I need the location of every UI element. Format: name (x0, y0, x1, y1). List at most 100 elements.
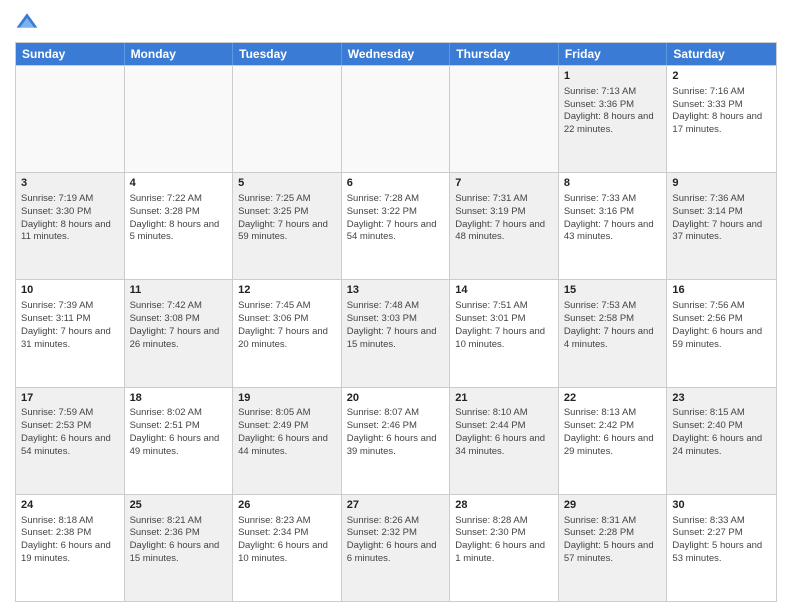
calendar-cell: 4Sunrise: 7:22 AM Sunset: 3:28 PM Daylig… (125, 173, 234, 279)
calendar-cell: 12 Sunrise: 7:45 AM Sunset: 3:06 PM Dayli… (233, 280, 342, 386)
day-number: 24 (21, 498, 119, 513)
day-number: 23 (672, 391, 771, 406)
day-info: Sunrise: 8:05 AM Sunset: 2:49 PM Dayligh… (238, 407, 328, 456)
calendar-cell: 24 Sunrise: 8:18 AM Sunset: 2:38 PM Dayli… (16, 495, 125, 601)
weekday-friday: Friday (559, 43, 668, 65)
calendar-cell: 17Sunrise: 7:59 AM Sunset: 2:53 PM Dayli… (16, 388, 125, 494)
day-number: 12 (238, 283, 336, 298)
weekday-wednesday: Wednesday (342, 43, 451, 65)
day-info: Sunrise: 7:28 AM Sunset: 3:22 PM Dayligh… (347, 193, 437, 242)
day-number: 21 (455, 391, 553, 406)
day-info: Sunrise: 8:15 AM Sunset: 2:40 PM Dayligh… (672, 407, 762, 456)
day-number: 19 (238, 391, 336, 406)
day-number: 8 (564, 176, 662, 191)
calendar-cell: 5 Sunrise: 7:25 AM Sunset: 3:25 PM Daylig… (233, 173, 342, 279)
calendar-row: 1 Sunrise: 7:13 AM Sunset: 3:36 PM Daylig… (16, 65, 776, 172)
day-info: Sunrise: 7:59 AM Sunset: 2:53 PM Dayligh… (21, 407, 111, 456)
day-number: 13 (347, 283, 445, 298)
day-number: 11 (130, 283, 228, 298)
calendar-row: 17Sunrise: 7:59 AM Sunset: 2:53 PM Dayli… (16, 387, 776, 494)
calendar-cell (16, 66, 125, 172)
calendar-cell: 9 Sunrise: 7:36 AM Sunset: 3:14 PM Daylig… (667, 173, 776, 279)
calendar-cell: 18Sunrise: 8:02 AM Sunset: 2:51 PM Dayli… (125, 388, 234, 494)
calendar-cell (125, 66, 234, 172)
weekday-monday: Monday (125, 43, 234, 65)
day-info: Sunrise: 7:45 AM Sunset: 3:06 PM Dayligh… (238, 300, 328, 349)
calendar-cell (342, 66, 451, 172)
weekday-sunday: Sunday (16, 43, 125, 65)
calendar-cell: 7 Sunrise: 7:31 AM Sunset: 3:19 PM Daylig… (450, 173, 559, 279)
day-info: Sunrise: 7:53 AM Sunset: 2:58 PM Dayligh… (564, 300, 654, 349)
day-number: 16 (672, 283, 771, 298)
day-info: Sunrise: 8:23 AM Sunset: 2:34 PM Dayligh… (238, 515, 328, 564)
day-number: 5 (238, 176, 336, 191)
day-info: Sunrise: 8:28 AM Sunset: 2:30 PM Dayligh… (455, 515, 545, 564)
weekday-tuesday: Tuesday (233, 43, 342, 65)
calendar-cell (450, 66, 559, 172)
calendar-cell (233, 66, 342, 172)
day-number: 22 (564, 391, 662, 406)
calendar-cell: 30Sunrise: 8:33 AM Sunset: 2:27 PM Dayli… (667, 495, 776, 601)
calendar-cell: 21Sunrise: 8:10 AM Sunset: 2:44 PM Dayli… (450, 388, 559, 494)
day-number: 14 (455, 283, 553, 298)
calendar-cell: 23Sunrise: 8:15 AM Sunset: 2:40 PM Dayli… (667, 388, 776, 494)
calendar-row: 10Sunrise: 7:39 AM Sunset: 3:11 PM Dayli… (16, 279, 776, 386)
calendar-cell: 29 Sunrise: 8:31 AM Sunset: 2:28 PM Dayli… (559, 495, 668, 601)
day-info: Sunrise: 8:21 AM Sunset: 2:36 PM Dayligh… (130, 515, 220, 564)
calendar-cell: 6Sunrise: 7:28 AM Sunset: 3:22 PM Daylig… (342, 173, 451, 279)
calendar-cell: 10Sunrise: 7:39 AM Sunset: 3:11 PM Dayli… (16, 280, 125, 386)
day-number: 17 (21, 391, 119, 406)
day-number: 2 (672, 69, 771, 84)
calendar-header: Sunday Monday Tuesday Wednesday Thursday… (16, 43, 776, 65)
day-number: 25 (130, 498, 228, 513)
day-info: Sunrise: 7:25 AM Sunset: 3:25 PM Dayligh… (238, 193, 328, 242)
day-number: 10 (21, 283, 119, 298)
day-info: Sunrise: 8:31 AM Sunset: 2:28 PM Dayligh… (564, 515, 654, 564)
calendar-cell: 16 Sunrise: 7:56 AM Sunset: 2:56 PM Dayli… (667, 280, 776, 386)
weekday-thursday: Thursday (450, 43, 559, 65)
day-info: Sunrise: 8:02 AM Sunset: 2:51 PM Dayligh… (130, 407, 220, 456)
day-info: Sunrise: 8:13 AM Sunset: 2:42 PM Dayligh… (564, 407, 654, 456)
day-number: 27 (347, 498, 445, 513)
day-number: 28 (455, 498, 553, 513)
day-info: Sunrise: 7:51 AM Sunset: 3:01 PM Dayligh… (455, 300, 545, 349)
logo (15, 10, 43, 34)
logo-icon (15, 10, 39, 34)
day-info: Sunrise: 8:18 AM Sunset: 2:38 PM Dayligh… (21, 515, 111, 564)
day-info: Sunrise: 7:13 AM Sunset: 3:36 PM Dayligh… (564, 86, 654, 135)
page: Sunday Monday Tuesday Wednesday Thursday… (0, 0, 792, 612)
calendar-cell: 8 Sunrise: 7:33 AM Sunset: 3:16 PM Daylig… (559, 173, 668, 279)
calendar-row: 3Sunrise: 7:19 AM Sunset: 3:30 PM Daylig… (16, 172, 776, 279)
day-number: 4 (130, 176, 228, 191)
header (15, 10, 777, 34)
day-info: Sunrise: 7:36 AM Sunset: 3:14 PM Dayligh… (672, 193, 762, 242)
day-info: Sunrise: 8:26 AM Sunset: 2:32 PM Dayligh… (347, 515, 437, 564)
day-number: 7 (455, 176, 553, 191)
calendar-cell: 11 Sunrise: 7:42 AM Sunset: 3:08 PM Dayli… (125, 280, 234, 386)
calendar-cell: 2 Sunrise: 7:16 AM Sunset: 3:33 PM Daylig… (667, 66, 776, 172)
calendar-cell: 27 Sunrise: 8:26 AM Sunset: 2:32 PM Dayli… (342, 495, 451, 601)
calendar: Sunday Monday Tuesday Wednesday Thursday… (15, 42, 777, 602)
day-number: 9 (672, 176, 771, 191)
day-number: 26 (238, 498, 336, 513)
day-info: Sunrise: 7:48 AM Sunset: 3:03 PM Dayligh… (347, 300, 437, 349)
day-info: Sunrise: 7:42 AM Sunset: 3:08 PM Dayligh… (130, 300, 220, 349)
day-info: Sunrise: 8:33 AM Sunset: 2:27 PM Dayligh… (672, 515, 762, 564)
calendar-cell: 15 Sunrise: 7:53 AM Sunset: 2:58 PM Dayli… (559, 280, 668, 386)
calendar-cell: 1 Sunrise: 7:13 AM Sunset: 3:36 PM Daylig… (559, 66, 668, 172)
day-info: Sunrise: 7:31 AM Sunset: 3:19 PM Dayligh… (455, 193, 545, 242)
calendar-cell: 20Sunrise: 8:07 AM Sunset: 2:46 PM Dayli… (342, 388, 451, 494)
calendar-cell: 19Sunrise: 8:05 AM Sunset: 2:49 PM Dayli… (233, 388, 342, 494)
day-info: Sunrise: 7:56 AM Sunset: 2:56 PM Dayligh… (672, 300, 762, 349)
day-number: 15 (564, 283, 662, 298)
calendar-cell: 14 Sunrise: 7:51 AM Sunset: 3:01 PM Dayli… (450, 280, 559, 386)
calendar-cell: 28 Sunrise: 8:28 AM Sunset: 2:30 PM Dayli… (450, 495, 559, 601)
day-number: 1 (564, 69, 662, 84)
day-number: 29 (564, 498, 662, 513)
day-number: 18 (130, 391, 228, 406)
day-info: Sunrise: 7:16 AM Sunset: 3:33 PM Dayligh… (672, 86, 762, 135)
day-info: Sunrise: 7:33 AM Sunset: 3:16 PM Dayligh… (564, 193, 654, 242)
calendar-cell: 22Sunrise: 8:13 AM Sunset: 2:42 PM Dayli… (559, 388, 668, 494)
day-info: Sunrise: 8:07 AM Sunset: 2:46 PM Dayligh… (347, 407, 437, 456)
day-number: 20 (347, 391, 445, 406)
